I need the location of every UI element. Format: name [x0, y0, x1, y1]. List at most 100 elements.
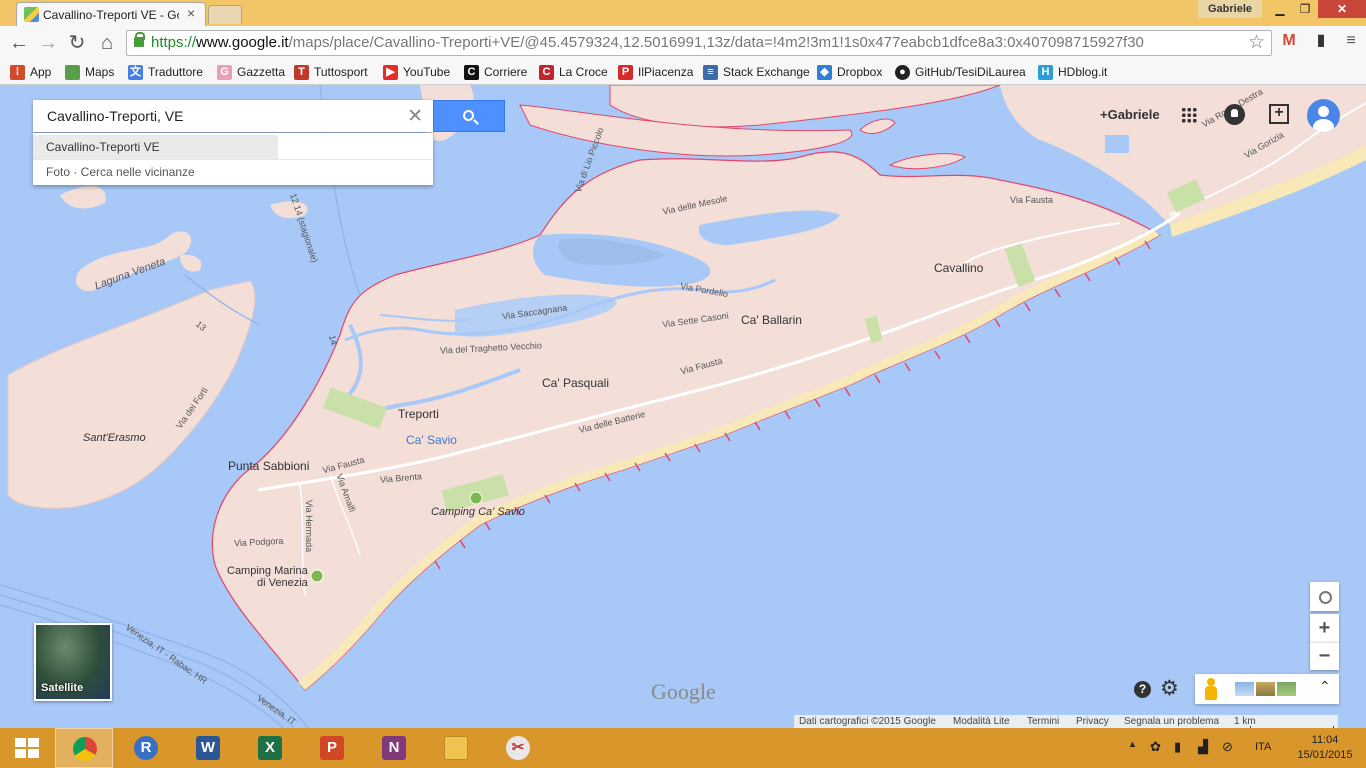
maps-favicon-icon [24, 7, 39, 22]
new-tab-button[interactable] [208, 5, 242, 24]
zoom-in-button[interactable]: + [1310, 614, 1339, 642]
notifications-bell-icon[interactable] [1224, 104, 1245, 125]
map-label-punta-sabbioni[interactable]: Punta Sabbioni [228, 459, 309, 473]
lagoon-island [60, 186, 106, 209]
map-label-ca-pasquali[interactable]: Ca' Pasquali [542, 376, 609, 390]
system-clock[interactable]: 11:04 15/01/2015 [1290, 733, 1360, 763]
map-label-camping-ca-savio[interactable]: Camping Ca' Savio [431, 506, 525, 518]
bookmark-star-icon[interactable]: ☆ [1248, 31, 1265, 54]
wifi-signal-icon[interactable]: ▟ [1198, 739, 1208, 755]
url-text[interactable]: https://www.google.it/maps/place/Cavalli… [151, 34, 1144, 51]
avatar[interactable] [1307, 99, 1340, 132]
map-label-ca-ballarin[interactable]: Ca' Ballarin [741, 313, 802, 327]
bookmark-youtube[interactable]: ▶ YouTube [383, 62, 450, 82]
bookmark-tuttosport[interactable]: T Tuttosport [294, 62, 368, 82]
bookmark-ilpiacenza[interactable]: P IlPiacenza [618, 62, 693, 82]
start-button[interactable] [0, 728, 54, 768]
marsh-islet [859, 118, 896, 134]
tab-title: Cavallino-Treporti VE - Go [43, 8, 179, 22]
bookmark-corriere[interactable]: C Corriere [464, 62, 527, 82]
minimize-icon[interactable]: ▁ [1268, 0, 1292, 18]
road-label-via-hermada: Via Hermada [304, 499, 315, 553]
imagery-thumb-icon[interactable] [1256, 682, 1275, 696]
extension-icon[interactable]: ▮ [1310, 30, 1332, 52]
address-bar[interactable]: https://www.google.it/maps/place/Cavalli… [126, 30, 1272, 56]
gear-icon[interactable]: ⚙ [1160, 676, 1179, 701]
apps-grid-icon[interactable] [1181, 107, 1197, 123]
bookmark-la-croce[interactable]: C La Croce [539, 62, 608, 82]
my-location-icon[interactable] [1310, 582, 1339, 611]
tab-close-icon[interactable]: × [187, 5, 195, 21]
taskbar-chrome[interactable] [55, 728, 113, 768]
bookmark-maps[interactable]: Maps [65, 62, 114, 82]
satellite-toggle[interactable]: Satellite [34, 623, 112, 701]
map-canvas[interactable]: Cavallino Ca' Ballarin Ca' Pasquali Trep… [0, 85, 1366, 730]
lagoon-island [180, 254, 202, 272]
map-label-ca-savio[interactable]: Ca' Savio [406, 433, 457, 447]
bookmark-hdblog[interactable]: H HDblog.it [1038, 62, 1107, 82]
bookmark-stack-exchange[interactable]: ≡ Stack Exchange [703, 62, 810, 82]
taskbar-explorer[interactable] [427, 728, 485, 768]
taskbar-word[interactable]: W [179, 728, 237, 768]
terms-link[interactable]: Termini [1027, 716, 1059, 727]
imagery-thumb-icon[interactable] [1277, 682, 1296, 696]
gplus-link[interactable]: +Gabriele [1100, 107, 1160, 122]
bookmark-dropbox[interactable]: ◆ Dropbox [817, 62, 882, 82]
volume-muted-icon[interactable]: ⊘ [1222, 739, 1233, 755]
share-plus-icon[interactable]: + [1269, 104, 1289, 124]
browser-tab[interactable]: Cavallino-Treporti VE - Go × [16, 2, 206, 26]
reload-icon[interactable]: ↻ [64, 30, 90, 56]
windows-logo-icon [15, 738, 39, 758]
home-icon[interactable]: ⌂ [94, 30, 120, 56]
help-icon[interactable]: ? [1134, 681, 1151, 698]
gazzetta-icon: G [217, 64, 232, 80]
camping-marker-icon[interactable] [469, 491, 483, 505]
suggestion-item[interactable]: Cavallino-Treporti VE [33, 135, 433, 159]
map-label-treporti[interactable]: Treporti [398, 407, 439, 421]
satellite-label: Satellite [41, 682, 84, 694]
taskbar-excel[interactable]: X [241, 728, 299, 768]
privacy-link[interactable]: Privacy [1076, 716, 1109, 727]
tuttosport-icon: T [294, 64, 309, 80]
map-label-sant-erasmo[interactable]: Sant'Erasmo [83, 432, 146, 444]
chrome-user-badge[interactable]: Gabriele [1198, 0, 1262, 18]
gmail-icon[interactable]: M [1278, 30, 1300, 52]
bookmark-traduttore[interactable]: 文 Traduttore [128, 62, 203, 82]
language-indicator[interactable]: ITA [1255, 741, 1271, 753]
corriere-icon: C [464, 64, 479, 80]
imagery-thumb-icon[interactable] [1235, 682, 1254, 696]
search-input[interactable] [33, 100, 403, 132]
back-arrow-icon[interactable]: ← [6, 30, 32, 56]
bookmark-app[interactable]: ⁞ App [10, 62, 51, 82]
clock-date: 15/01/2015 [1297, 749, 1353, 761]
tray-app-icon[interactable]: ✿ [1150, 739, 1161, 755]
suggestion-item[interactable]: Foto · Cerca nelle vicinanze [33, 159, 433, 183]
taskbar-snipping[interactable]: ✂ [489, 728, 547, 768]
map-label-camping-marina-1[interactable]: Camping Marina [227, 565, 308, 577]
tray-expand-icon[interactable]: ▲ [1128, 739, 1137, 749]
chrome-menu-icon[interactable]: ≡ [1340, 30, 1362, 52]
bookmark-github[interactable]: ● GitHub/TesiDiLaurea [895, 62, 1026, 82]
search-button[interactable] [433, 100, 505, 132]
window-close-icon[interactable]: ✕ [1318, 0, 1366, 18]
camping-marker-icon[interactable] [310, 569, 324, 583]
chevron-up-icon[interactable]: ⌃ [1319, 678, 1331, 695]
bookmark-gazzetta[interactable]: G Gazzetta [217, 62, 285, 82]
pegman-icon[interactable] [1205, 678, 1217, 700]
map-label-cavallino[interactable]: Cavallino [934, 261, 983, 275]
dropbox-icon: ◆ [817, 64, 832, 80]
hdblog-icon: H [1038, 64, 1053, 80]
clear-search-icon[interactable]: ✕ [407, 105, 423, 128]
report-problem-link[interactable]: Segnala un problema [1124, 716, 1219, 727]
forward-arrow-icon[interactable]: → [35, 30, 61, 56]
battery-icon[interactable]: ▮ [1174, 739, 1181, 755]
taskbar-powerpoint[interactable]: P [303, 728, 361, 768]
taskbar-r[interactable]: R [117, 728, 175, 768]
layers-bar: ⌃ [1195, 674, 1339, 704]
zoom-out-button[interactable]: − [1310, 642, 1339, 670]
map-label-camping-marina-2[interactable]: di Venezia [257, 577, 308, 589]
taskbar-onenote[interactable]: N [365, 728, 423, 768]
search-suggestions: Cavallino-Treporti VE Foto · Cerca nelle… [33, 133, 433, 185]
lite-mode-link[interactable]: Modalità Lite [953, 716, 1010, 727]
restore-icon[interactable]: ❐ [1293, 0, 1317, 18]
